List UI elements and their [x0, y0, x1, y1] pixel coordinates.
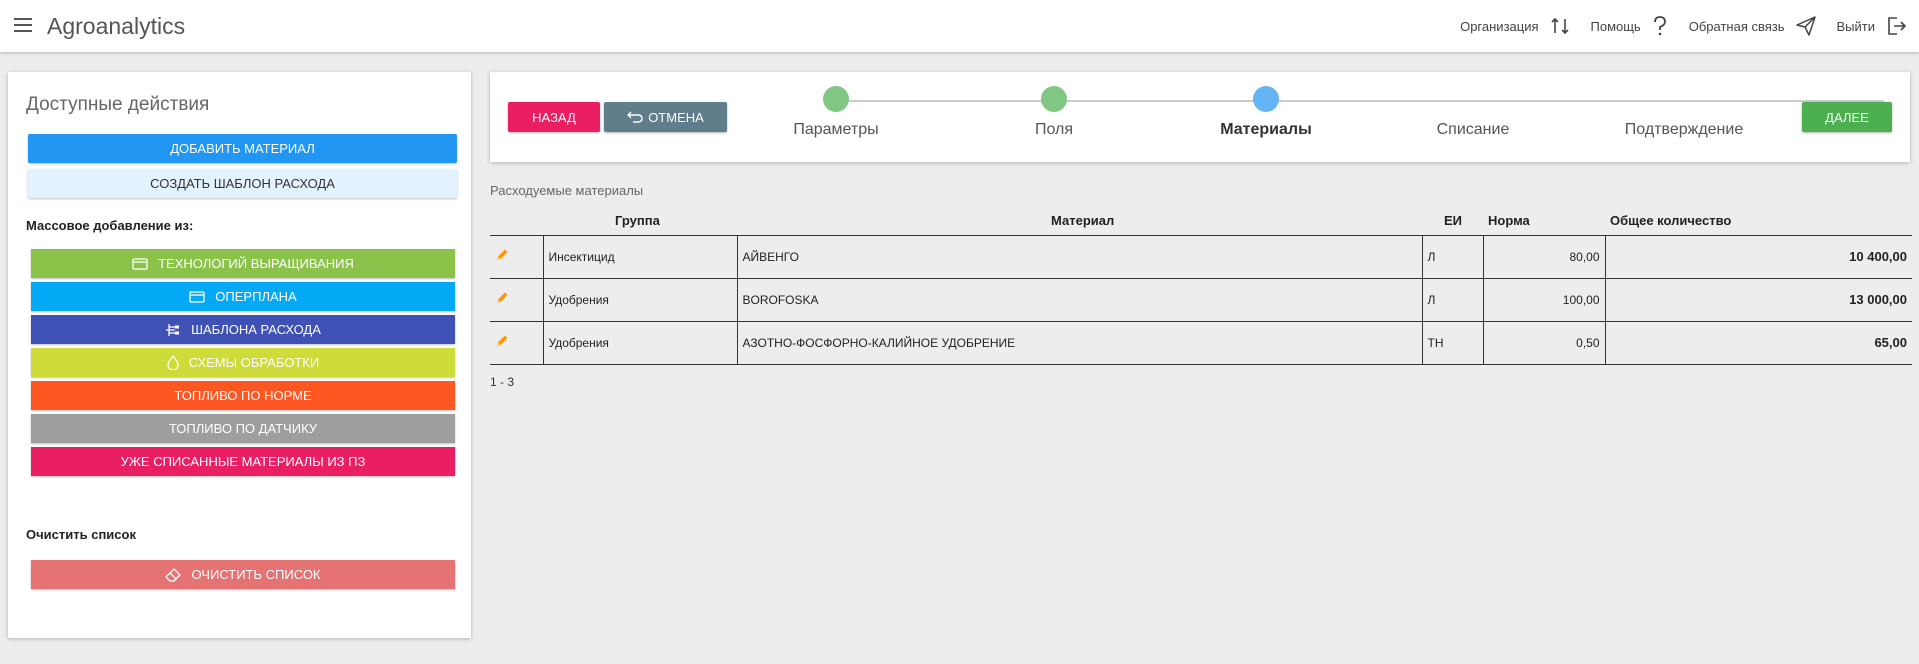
clear-list-label: Очистить список [26, 527, 136, 542]
actions-panel-title: Доступные действия [26, 94, 210, 115]
step-writeoff-label: Списание [1436, 121, 1510, 138]
pencil-icon[interactable] [495, 291, 509, 305]
paper-plane-icon [1795, 16, 1816, 36]
logout-button[interactable]: Выйти [1837, 15, 1908, 37]
card-icon [189, 290, 205, 303]
step-confirmation-label: Подтверждение [1624, 121, 1744, 138]
step-writeoff[interactable]: Списание [1393, 86, 1553, 139]
step-pending-dot [1460, 86, 1486, 112]
undo-icon [627, 111, 643, 123]
cell-unit: ТН [1421, 320, 1484, 365]
wizard-stepper: НАЗАД ОТМЕНА Параметры Поля Материалы Сп… [490, 72, 1910, 162]
hamburger-menu-icon[interactable] [14, 18, 32, 32]
cell-group: Инсектицид [542, 234, 738, 279]
mass-add-template-label: ШАБЛОНА РАСХОДА [191, 322, 321, 337]
cell-group: Удобрения [542, 320, 738, 365]
header-actions: Организация Помощь Обратная связь Выйти [1440, 12, 1907, 40]
table-header-row: Группа Материал ЕИ Норма Общее количеств… [490, 207, 1912, 235]
column-header-group[interactable]: Группа [543, 207, 737, 235]
cell-total: 13 000,00 [1604, 277, 1912, 322]
table-row: Инсектицид АЙВЕНГО Л 80,00 10 400,00 [490, 234, 1912, 279]
pager-range: 1 - 3 [490, 375, 515, 389]
mass-add-list: ТЕХНОЛОГИЙ ВЫРАЩИВАНИЯ ОПЕРПЛАНА ШАБЛОНА… [31, 249, 455, 480]
app-title: Agroanalytics [47, 13, 186, 39]
help-button[interactable]: Помощь [1591, 15, 1669, 37]
mass-add-fuel-norm-button[interactable]: ТОПЛИВО ПО НОРМЕ [31, 381, 455, 410]
mass-add-label: Массовое добавление из: [26, 218, 194, 233]
table-row: Удобрения АЗОТНО-ФОСФОРНО-КАЛИЙНОЕ УДОБР… [490, 320, 1912, 365]
step-materials-label: Материалы [1220, 121, 1312, 138]
actions-panel: Доступные действия ДОБАВИТЬ МАТЕРИАЛ СОЗ… [8, 72, 471, 638]
help-label: Помощь [1590, 18, 1641, 34]
step-pending-dot [1671, 86, 1697, 112]
step-done-dot [1041, 86, 1067, 112]
table-row: Удобрения BOROFOSKA Л 100,00 13 000,00 [490, 277, 1912, 322]
column-header-material[interactable]: Материал [737, 207, 1422, 235]
cell-norm: 0,50 [1482, 320, 1606, 365]
mass-add-fuel-norm-label: ТОПЛИВО ПО НОРМЕ [174, 388, 312, 403]
question-mark-icon [1653, 16, 1666, 36]
card-icon [132, 257, 148, 270]
organization-button[interactable]: Организация [1460, 15, 1570, 37]
step-done-dot [823, 86, 849, 112]
cell-unit: Л [1421, 234, 1484, 279]
edit-cell [490, 277, 544, 322]
materials-table: Группа Материал ЕИ Норма Общее количеств… [490, 207, 1912, 365]
step-fields-label: Поля [1034, 121, 1074, 138]
cell-norm: 100,00 [1482, 277, 1606, 322]
cell-unit: Л [1421, 277, 1484, 322]
column-header-unit[interactable]: ЕИ [1422, 207, 1483, 235]
mass-add-operplan-button[interactable]: ОПЕРПЛАНА [31, 282, 455, 311]
back-button[interactable]: НАЗАД [508, 102, 600, 132]
cancel-button[interactable]: ОТМЕНА [604, 102, 727, 132]
logout-label: Выйти [1836, 18, 1876, 34]
pencil-icon[interactable] [495, 334, 509, 348]
cell-total: 10 400,00 [1604, 234, 1912, 279]
step-parameters[interactable]: Параметры [756, 86, 916, 139]
add-material-button[interactable]: ДОБАВИТЬ МАТЕРИАЛ [28, 134, 457, 163]
column-header-norm[interactable]: Норма [1483, 207, 1605, 235]
edit-cell [490, 234, 544, 279]
cell-material: АЗОТНО-ФОСФОРНО-КАЛИЙНОЕ УДОБРЕНИЕ [736, 320, 1423, 365]
clear-list-button-label: ОЧИСТИТЬ СПИСОК [191, 567, 321, 582]
mass-add-fuel-sensor-label: ТОПЛИВО ПО ДАТЧИКУ [168, 421, 318, 436]
step-active-dot [1253, 86, 1279, 112]
eraser-icon [165, 567, 182, 582]
cell-total: 65,00 [1604, 320, 1912, 365]
top-bar: Agroanalytics Организация Помощь Обратна… [0, 0, 1919, 52]
step-materials[interactable]: Материалы [1186, 86, 1346, 139]
cancel-button-label: ОТМЕНА [648, 109, 704, 125]
mass-add-written-off-label: УЖЕ СПИСАННЫЕ МАТЕРИАЛЫ ИЗ ПЗ [120, 454, 366, 469]
clear-list-button[interactable]: ОЧИСТИТЬ СПИСОК [31, 560, 455, 589]
feedback-button[interactable]: Обратная связь [1689, 15, 1817, 37]
step-parameters-label: Параметры [793, 121, 879, 138]
pencil-icon[interactable] [495, 248, 509, 262]
edit-cell [490, 320, 544, 365]
feedback-label: Обратная связь [1688, 18, 1785, 34]
tree-icon [166, 323, 180, 336]
logout-icon [1888, 17, 1907, 35]
organization-label: Организация [1460, 18, 1539, 34]
mass-add-scheme-button[interactable]: СХЕМЫ ОБРАБОТКИ [31, 348, 455, 377]
mass-add-template-button[interactable]: ШАБЛОНА РАСХОДА [31, 315, 455, 344]
mass-add-written-off-button[interactable]: УЖЕ СПИСАННЫЕ МАТЕРИАЛЫ ИЗ ПЗ [31, 447, 455, 476]
mass-add-fuel-sensor-button[interactable]: ТОПЛИВО ПО ДАТЧИКУ [31, 414, 455, 443]
mass-add-operplan-label: ОПЕРПЛАНА [215, 289, 297, 304]
step-confirmation[interactable]: Подтверждение [1604, 86, 1764, 139]
mass-add-technologies-label: ТЕХНОЛОГИЙ ВЫРАЩИВАНИЯ [158, 256, 354, 271]
cell-material: BOROFOSKA [736, 277, 1423, 322]
cell-group: Удобрения [542, 277, 738, 322]
step-fields[interactable]: Поля [974, 86, 1134, 139]
create-template-button[interactable]: СОЗДАТЬ ШАБЛОН РАСХОДА [28, 169, 457, 198]
drop-icon [167, 355, 179, 370]
edit-column-header [490, 207, 543, 235]
cell-norm: 80,00 [1482, 234, 1606, 279]
next-button[interactable]: ДАЛЕЕ [1802, 102, 1892, 132]
mass-add-technologies-button[interactable]: ТЕХНОЛОГИЙ ВЫРАЩИВАНИЯ [31, 249, 455, 278]
cell-material: АЙВЕНГО [736, 234, 1423, 279]
mass-add-scheme-label: СХЕМЫ ОБРАБОТКИ [188, 355, 320, 370]
column-header-total[interactable]: Общее количество [1605, 207, 1912, 235]
materials-caption: Расходуемые материалы [490, 183, 644, 198]
swap-vertical-icon [1550, 17, 1569, 35]
